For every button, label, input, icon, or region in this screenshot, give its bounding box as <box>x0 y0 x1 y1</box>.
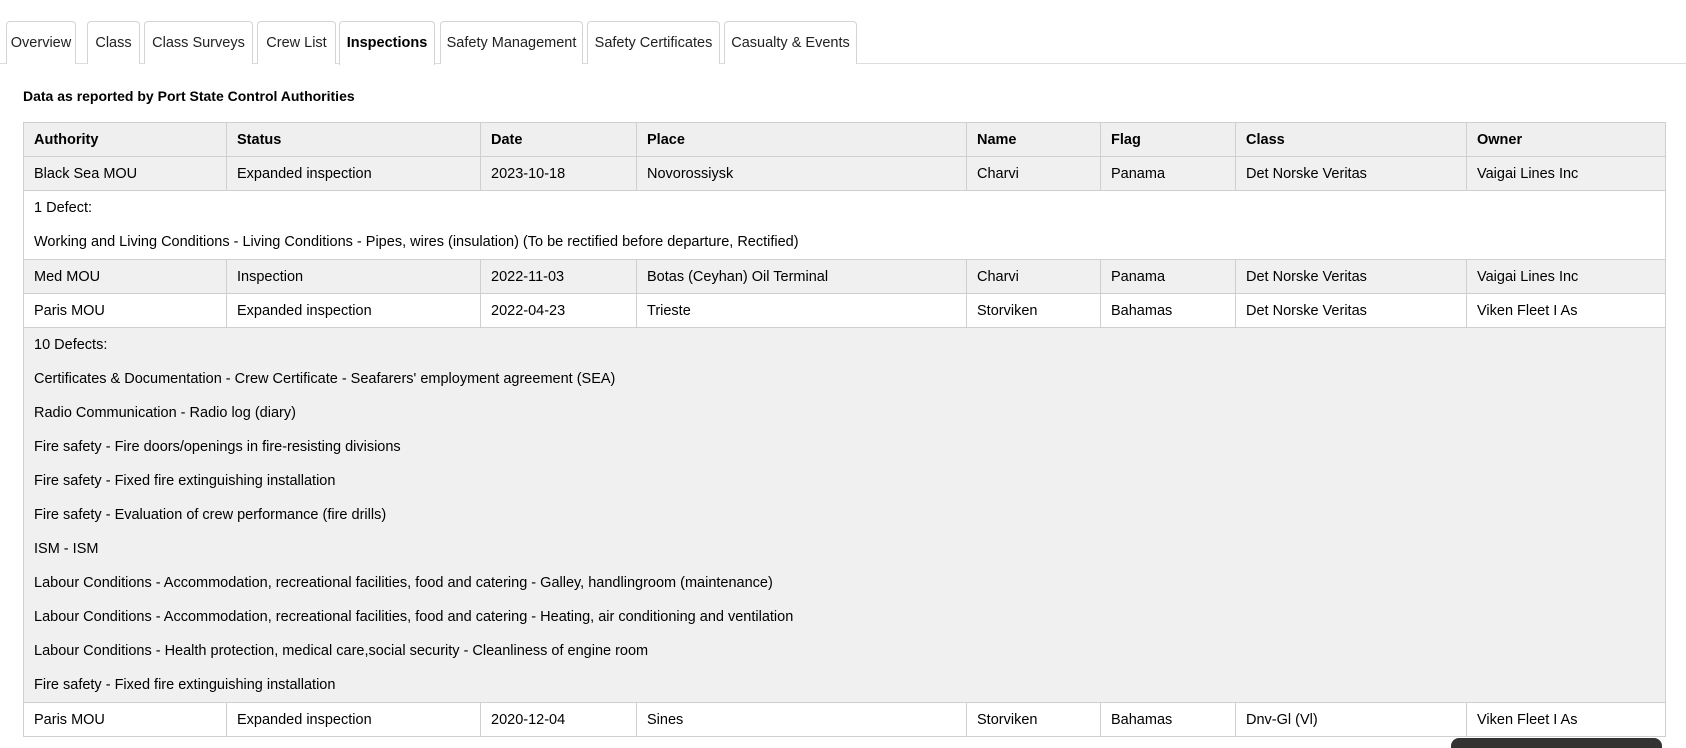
header-date: Date <box>480 122 637 157</box>
page-subtitle: Data as reported by Port State Control A… <box>23 88 355 104</box>
header-authority: Authority <box>23 122 227 157</box>
cell-class: Det Norske Veritas <box>1235 259 1467 294</box>
cell-date: 2023-10-18 <box>480 156 637 191</box>
defect-item: Labour Conditions - Health protection, m… <box>34 643 649 659</box>
defect-item: Radio Communication - Radio log (diary) <box>34 405 296 421</box>
cell-class: Dnv-Gl (Vl) <box>1235 702 1467 737</box>
cell-name: Charvi <box>966 156 1101 191</box>
cell-flag: Bahamas <box>1100 293 1236 328</box>
defect-item: Fire safety - Fixed fire extinguishing i… <box>34 473 336 489</box>
cell-flag: Panama <box>1100 156 1236 191</box>
table-header-row: Authority Status Date Place Name Flag Cl… <box>23 122 1666 157</box>
cell-authority: Paris MOU <box>23 702 227 737</box>
defect-item: Fire safety - Fixed fire extinguishing i… <box>34 677 336 693</box>
cell-class: Det Norske Veritas <box>1235 156 1467 191</box>
defects-cell: 10 Defects: Certificates & Documentation… <box>23 327 1666 703</box>
defect-item: ISM - ISM <box>34 541 99 557</box>
cell-status: Expanded inspection <box>226 293 481 328</box>
tab-safety-management[interactable]: Safety Management <box>440 21 583 64</box>
tab-bar: Overview Class Class Surveys Crew List I… <box>0 0 1686 65</box>
table-row[interactable]: Paris MOU Expanded inspection 2020-12-04… <box>23 702 1666 737</box>
defect-count: 1 Defect: <box>34 200 93 216</box>
cell-class: Det Norske Veritas <box>1235 293 1467 328</box>
cell-place: Sines <box>636 702 967 737</box>
cell-name: Storviken <box>966 293 1101 328</box>
tab-inspections[interactable]: Inspections <box>339 21 435 65</box>
tab-class-surveys[interactable]: Class Surveys <box>144 21 253 64</box>
table-row[interactable]: Paris MOU Expanded inspection 2022-04-23… <box>23 293 1666 328</box>
cell-authority: Paris MOU <box>23 293 227 328</box>
table-row[interactable]: Black Sea MOU Expanded inspection 2023-1… <box>23 156 1666 191</box>
tab-safety-certificates[interactable]: Safety Certificates <box>587 21 720 64</box>
tab-class[interactable]: Class <box>87 21 140 64</box>
cell-flag: Bahamas <box>1100 702 1236 737</box>
defects-cell: 1 Defect: Working and Living Conditions … <box>23 190 1666 260</box>
defects-row: 1 Defect: Working and Living Conditions … <box>23 190 1666 260</box>
cell-authority: Black Sea MOU <box>23 156 227 191</box>
defect-count: 10 Defects: <box>34 337 108 353</box>
inspections-table: Authority Status Date Place Name Flag Cl… <box>23 122 1666 737</box>
tab-crew-list[interactable]: Crew List <box>257 21 336 64</box>
cell-authority: Med MOU <box>23 259 227 294</box>
defect-item: Certificates & Documentation - Crew Cert… <box>34 371 616 387</box>
cell-place: Trieste <box>636 293 967 328</box>
cell-date: 2022-04-23 <box>480 293 637 328</box>
tab-casualty-events[interactable]: Casualty & Events <box>724 21 857 64</box>
header-place: Place <box>636 122 967 157</box>
cell-date: 2022-11-03 <box>480 259 637 294</box>
table-row[interactable]: Med MOU Inspection 2022-11-03 Botas (Cey… <box>23 259 1666 294</box>
cell-name: Charvi <box>966 259 1101 294</box>
defects-row: 10 Defects: Certificates & Documentation… <box>23 327 1666 703</box>
tab-overview[interactable]: Overview <box>6 21 76 64</box>
cell-name: Storviken <box>966 702 1101 737</box>
defect-item: Fire safety - Evaluation of crew perform… <box>34 507 387 523</box>
cell-place: Botas (Ceyhan) Oil Terminal <box>636 259 967 294</box>
cell-status: Expanded inspection <box>226 702 481 737</box>
header-status: Status <box>226 122 481 157</box>
header-flag: Flag <box>1100 122 1236 157</box>
cell-status: Expanded inspection <box>226 156 481 191</box>
header-class: Class <box>1235 122 1467 157</box>
cell-owner: Vaigai Lines Inc <box>1466 259 1666 294</box>
defect-item: Working and Living Conditions - Living C… <box>34 234 799 250</box>
cell-status: Inspection <box>226 259 481 294</box>
header-owner: Owner <box>1466 122 1666 157</box>
cell-owner: Vaigai Lines Inc <box>1466 156 1666 191</box>
cell-owner: Viken Fleet I As <box>1466 702 1666 737</box>
header-name: Name <box>966 122 1101 157</box>
defect-item: Fire safety - Fire doors/openings in fir… <box>34 439 401 455</box>
cell-flag: Panama <box>1100 259 1236 294</box>
defect-item: Labour Conditions - Accommodation, recre… <box>34 609 794 625</box>
defect-item: Labour Conditions - Accommodation, recre… <box>34 575 773 591</box>
cell-date: 2020-12-04 <box>480 702 637 737</box>
cell-place: Novorossiysk <box>636 156 967 191</box>
cell-owner: Viken Fleet I As <box>1466 293 1666 328</box>
